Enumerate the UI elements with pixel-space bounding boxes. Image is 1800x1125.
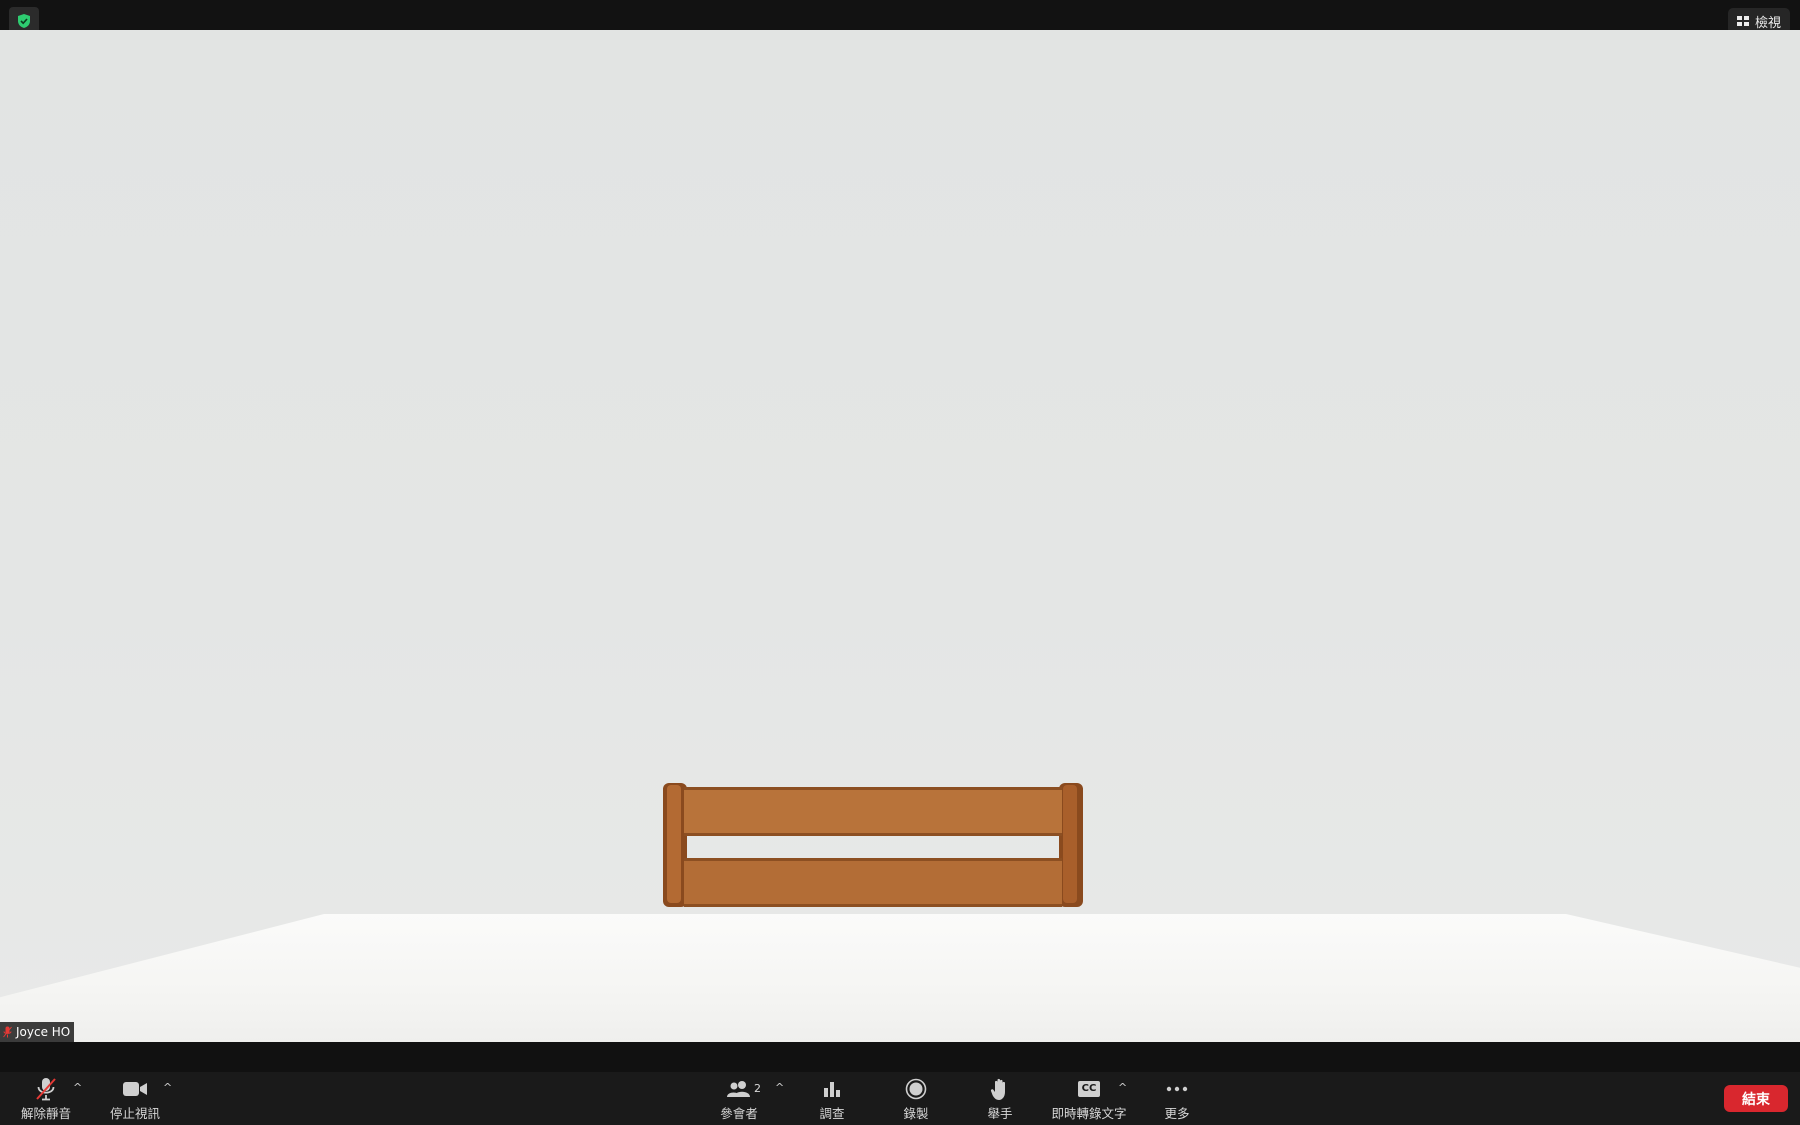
bottom-strip [0,1042,1800,1072]
participants-icon [726,1076,752,1101]
video-camera-icon [122,1076,148,1101]
raise-hand-button[interactable]: 舉手 [983,1076,1017,1122]
record-icon [905,1076,927,1101]
video-options-caret[interactable]: ^ [163,1081,172,1094]
participants-count: 2 [754,1082,761,1095]
participants-label: 參會者 [720,1106,758,1121]
muted-mic-icon [35,1076,57,1101]
more-dots-icon [1166,1076,1188,1101]
closed-caption-icon: CC [1077,1076,1101,1101]
stop-video-label: 停止視訊 [109,1106,160,1121]
unmute-label: 解除靜音 [20,1106,71,1121]
muted-mic-icon [3,1026,12,1038]
participant-name-tag: Joyce HO [0,1022,75,1042]
table-surface [0,914,1800,1042]
audio-options-caret[interactable]: ^ [73,1081,82,1094]
stop-video-button[interactable]: 停止視訊 [108,1076,162,1122]
participant-name: Joyce HO [16,1025,71,1039]
top-bar: 檢視 [0,0,1800,35]
unmute-button[interactable]: 解除靜音 [20,1076,72,1122]
record-label: 錄製 [903,1106,929,1121]
record-button[interactable]: 錄製 [899,1076,933,1122]
raise-hand-icon [990,1076,1010,1101]
participants-options-caret[interactable]: ^ [775,1081,784,1094]
bar-chart-icon [822,1076,842,1101]
chair-image [663,783,1083,907]
transcript-options-caret[interactable]: ^ [1118,1081,1127,1094]
video-feed: Joyce HO [0,30,1800,1042]
polls-button[interactable]: 調查 [815,1076,849,1122]
live-transcript-label: 即時轉錄文字 [1051,1106,1127,1121]
meeting-window: 檢視 Joyce HO 解除靜音 ^ 停止視訊 ^ 參會者 2 ^ 調查 錄製 … [0,0,1800,1125]
meeting-toolbar: 解除靜音 ^ 停止視訊 ^ 參會者 2 ^ 調查 錄製 舉手 CC 即時轉錄文字… [0,1072,1800,1125]
view-button-label: 檢視 [1754,15,1781,31]
end-meeting-button[interactable]: 結束 [1724,1085,1788,1112]
grid-icon [1736,16,1749,26]
raise-hand-label: 舉手 [987,1106,1013,1121]
polls-label: 調查 [819,1106,845,1121]
more-label: 更多 [1164,1106,1190,1121]
live-transcript-button[interactable]: CC 即時轉錄文字 [1051,1076,1127,1122]
more-button[interactable]: 更多 [1160,1076,1194,1122]
